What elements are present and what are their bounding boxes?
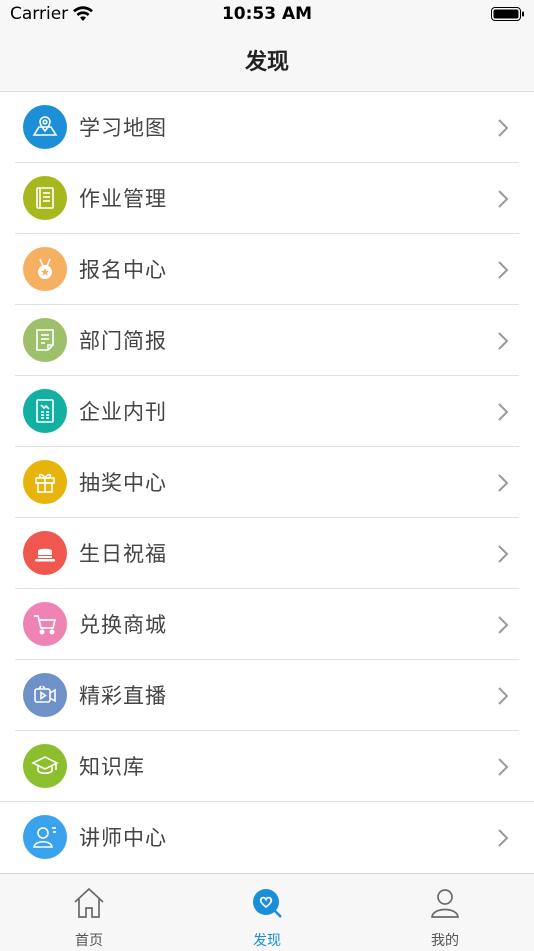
menu-item-label: 知识库 <box>79 755 145 779</box>
menu-item-label: 抽奖中心 <box>79 471 167 495</box>
map-pin-icon <box>23 105 67 149</box>
lecturer-icon <box>23 815 67 859</box>
menu-item-label: 作业管理 <box>79 187 167 211</box>
page-title: 发现 <box>244 50 289 75</box>
status-bar: Carrier 10:53 AM <box>0 0 534 30</box>
menu-item-label: 兑换商城 <box>79 613 167 637</box>
menu-item-label: 部门简报 <box>79 329 167 353</box>
status-time: 10:53 AM <box>221 4 313 24</box>
gift-icon <box>23 460 67 504</box>
video-icon <box>23 673 67 717</box>
menu-item-registration[interactable]: 报名中心 <box>0 234 534 305</box>
chevron-right-icon <box>497 828 509 852</box>
cake-icon <box>23 531 67 575</box>
chevron-right-icon <box>497 118 509 142</box>
tab-profile[interactable]: 我的 <box>385 874 505 951</box>
tab-home[interactable]: 首页 <box>29 874 149 951</box>
tab-label: 发现 <box>253 933 281 949</box>
menu-item-homework[interactable]: 作业管理 <box>0 163 534 234</box>
cart-icon <box>23 602 67 646</box>
chevron-right-icon <box>497 544 509 568</box>
profile-icon <box>428 886 462 920</box>
chevron-right-icon <box>497 757 509 781</box>
document-icon <box>23 318 67 362</box>
menu-item-company-magazine[interactable]: 企业内刊 <box>0 376 534 447</box>
chevron-right-icon <box>497 473 509 497</box>
navigation-bar: 发现 <box>0 30 534 92</box>
chevron-right-icon <box>497 189 509 213</box>
menu-item-label: 生日祝福 <box>79 542 167 566</box>
menu-item-label: 企业内刊 <box>79 400 167 424</box>
menu-item-knowledge-base[interactable]: 知识库 <box>0 731 534 802</box>
menu-item-birthday[interactable]: 生日祝福 <box>0 518 534 589</box>
tab-label: 首页 <box>75 933 103 949</box>
chevron-right-icon <box>497 402 509 426</box>
menu-item-lottery[interactable]: 抽奖中心 <box>0 447 534 518</box>
chevron-right-icon <box>497 331 509 355</box>
notebook-icon <box>23 176 67 220</box>
menu-item-label: 学习地图 <box>79 116 167 140</box>
graduation-cap-icon <box>23 744 67 788</box>
menu-item-live-stream[interactable]: 精彩直播 <box>0 660 534 731</box>
tab-bar: 首页 发现 我的 <box>0 873 534 951</box>
home-icon <box>72 886 106 920</box>
chevron-right-icon <box>497 615 509 639</box>
menu-item-learning-map[interactable]: 学习地图 <box>0 92 534 163</box>
menu-item-label: 报名中心 <box>79 258 167 282</box>
chevron-right-icon <box>497 686 509 710</box>
tab-discover[interactable]: 发现 <box>207 874 327 951</box>
menu-item-lecturer-center[interactable]: 讲师中心 <box>0 802 534 873</box>
menu-item-label: 精彩直播 <box>79 684 167 708</box>
menu-item-label: 讲师中心 <box>79 826 167 850</box>
menu-item-exchange-mall[interactable]: 兑换商城 <box>0 589 534 660</box>
magazine-icon <box>23 389 67 433</box>
chevron-right-icon <box>497 260 509 284</box>
discover-menu-list: 学习地图 作业管理 报名中心 部门简报 企业内刊 抽奖中心 生日祝福 兑换商城 … <box>0 92 534 873</box>
tab-label: 我的 <box>431 933 459 949</box>
menu-item-department-briefing[interactable]: 部门简报 <box>0 305 534 376</box>
battery-icon <box>491 6 525 26</box>
discover-icon <box>250 886 284 920</box>
medal-icon <box>23 247 67 291</box>
